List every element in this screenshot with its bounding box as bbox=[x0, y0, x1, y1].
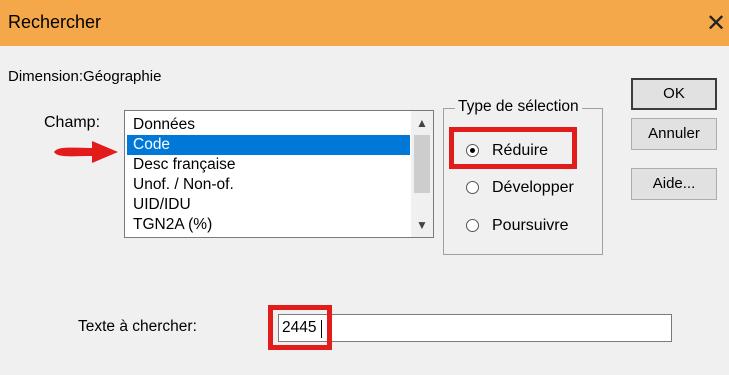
list-item-donnees[interactable]: Données bbox=[127, 115, 410, 135]
selection-type-legend: Type de sélection bbox=[455, 98, 582, 116]
dimension-label: Dimension:Géographie bbox=[8, 68, 162, 85]
list-item-uid-idu[interactable]: UID/IDU bbox=[127, 195, 410, 215]
champ-list: Données Code Desc française Unof. / Non-… bbox=[127, 115, 410, 235]
search-label: Texte à chercher: bbox=[78, 318, 197, 335]
champ-label: Champ: bbox=[44, 114, 101, 131]
radio-label-developper: Développer bbox=[492, 179, 574, 196]
listbox-scrollbar[interactable]: ▲ ▼ bbox=[411, 111, 433, 237]
highlight-box-reduire bbox=[449, 127, 577, 169]
champ-listbox[interactable]: Données Code Desc française Unof. / Non-… bbox=[124, 110, 434, 238]
list-item-code[interactable]: Code bbox=[127, 135, 410, 155]
titlebar: Rechercher ✕ bbox=[0, 0, 729, 46]
list-item-unof-non-of[interactable]: Unof. / Non-of. bbox=[127, 175, 410, 195]
scroll-thumb[interactable] bbox=[414, 135, 430, 193]
radio-button[interactable] bbox=[466, 181, 479, 194]
radio-label-poursuivre: Poursuivre bbox=[492, 217, 569, 234]
ok-button[interactable]: OK bbox=[631, 78, 717, 110]
chevron-down-icon[interactable]: ▼ bbox=[411, 215, 433, 235]
highlight-box-search bbox=[268, 305, 332, 350]
list-item-tgn2a[interactable]: TGN2A (%) bbox=[127, 215, 410, 235]
window-title: Rechercher bbox=[8, 12, 102, 32]
list-item-desc-francaise[interactable]: Desc française bbox=[127, 155, 410, 175]
radio-button[interactable] bbox=[466, 219, 479, 232]
close-icon[interactable]: ✕ bbox=[703, 6, 729, 40]
help-button[interactable]: Aide... bbox=[631, 168, 717, 200]
search-input[interactable]: 2445 bbox=[278, 314, 672, 342]
cancel-button[interactable]: Annuler bbox=[631, 118, 717, 150]
red-arrow-icon bbox=[54, 141, 118, 163]
chevron-up-icon[interactable]: ▲ bbox=[411, 113, 433, 133]
